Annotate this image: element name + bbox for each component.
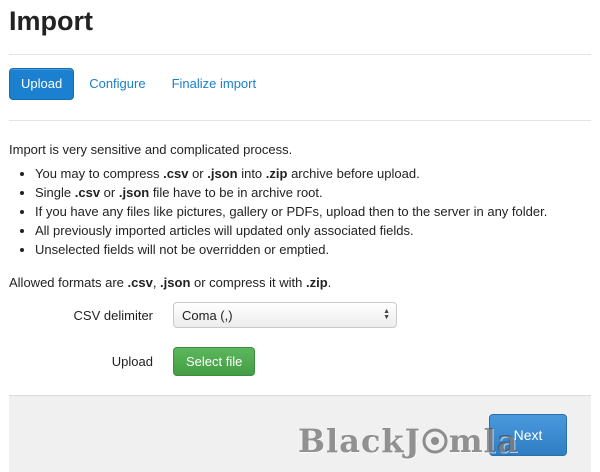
list-item: You may to compress .csv or .json into .…	[35, 164, 600, 183]
joomla-logo-icon	[422, 428, 448, 454]
note-text: into	[237, 166, 266, 181]
watermark-text: BlackJ	[298, 422, 421, 460]
format-csv: .csv	[74, 185, 101, 200]
select-file-button[interactable]: Select file	[173, 347, 256, 376]
note-text: file have to be in archive root.	[149, 185, 323, 200]
upload-label: Upload	[111, 354, 153, 369]
note-text: You may to compress	[35, 166, 164, 181]
formats-text: .	[327, 275, 332, 290]
select-arrows-icon: ▲ ▼	[383, 308, 390, 321]
list-item: Unselected fields will not be overridden…	[35, 240, 600, 259]
note-text: or	[188, 166, 208, 181]
list-item: All previously imported articles will up…	[35, 221, 600, 240]
format-json: .json	[207, 166, 238, 181]
upload-row: Upload Select file	[0, 347, 256, 376]
tab-upload[interactable]: Upload	[9, 68, 75, 100]
formats-text: Allowed formats are	[9, 275, 128, 290]
note-text: All previously imported articles will up…	[35, 223, 414, 238]
import-notes-list: You may to compress .csv or .json into .…	[9, 164, 600, 259]
csv-delimiter-row: CSV delimiter Coma (,) ▲ ▼	[0, 302, 397, 328]
watermark: BlackJ mla	[298, 422, 518, 460]
note-text: Unselected fields will not be overridden…	[35, 242, 330, 257]
format-csv: .csv	[127, 275, 153, 290]
page-title: Import	[9, 6, 93, 36]
note-text: archive before upload.	[287, 166, 420, 181]
note-text: Single	[35, 185, 75, 200]
note-text: If you have any files like pictures, gal…	[35, 204, 548, 219]
divider	[9, 120, 591, 121]
list-item: Single .csv or .json file have to be in …	[35, 183, 600, 202]
allowed-formats-text: Allowed formats are .csv, .json or compr…	[9, 275, 331, 290]
format-json: .json	[160, 275, 191, 290]
watermark-text: mla	[448, 422, 519, 460]
note-text: or	[100, 185, 119, 200]
format-zip: .zip	[305, 275, 328, 290]
formats-text: or compress it with	[190, 275, 306, 290]
csv-delimiter-label: CSV delimiter	[73, 307, 153, 323]
format-json: .json	[118, 185, 150, 200]
intro-text: Import is very sensitive and complicated…	[9, 142, 293, 157]
csv-delimiter-value: Coma (,)	[182, 307, 233, 323]
tab-finalize-import[interactable]: Finalize import	[161, 69, 268, 99]
wizard-tabs: Upload Configure Finalize import	[9, 68, 271, 100]
format-zip: .zip	[265, 166, 288, 181]
divider	[9, 54, 591, 55]
list-item: If you have any files like pictures, gal…	[35, 202, 600, 221]
tab-configure[interactable]: Configure	[78, 69, 156, 99]
csv-delimiter-select[interactable]: Coma (,) ▲ ▼	[173, 302, 397, 328]
formats-text: ,	[152, 275, 161, 290]
format-csv: .csv	[163, 166, 189, 181]
